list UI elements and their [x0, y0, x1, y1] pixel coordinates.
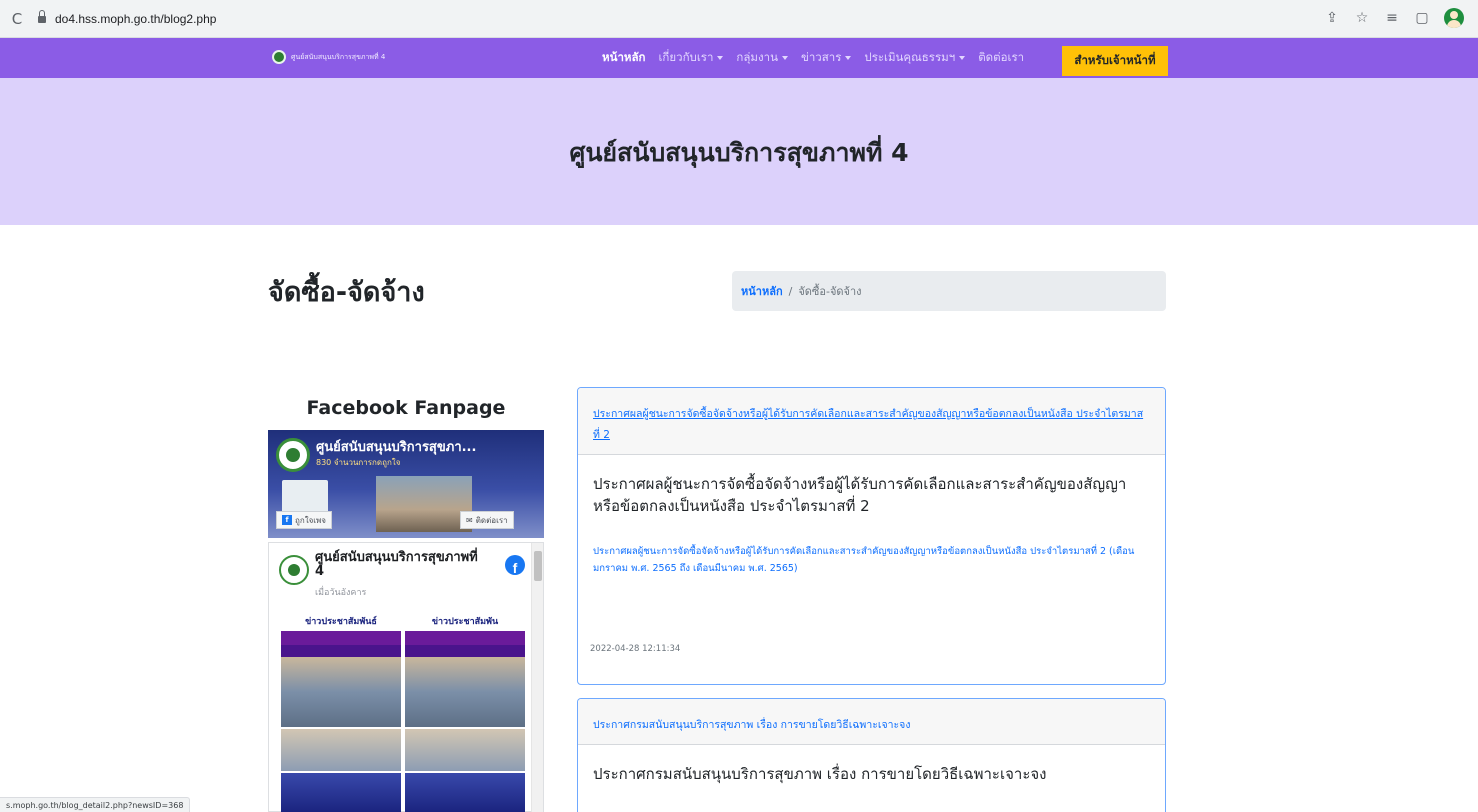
page-title: จัดซื้อ-จัดจ้าง — [268, 277, 425, 308]
breadcrumb-current: จัดซื้อ-จัดจ้าง — [798, 285, 862, 298]
nav-item-departments[interactable]: กลุ่มงาน — [736, 49, 788, 67]
card-body: ประกาศกรมสนับสนุนบริการสุขภาพ เรื่อง การ… — [578, 745, 1165, 785]
envelope-icon: ✉ — [466, 515, 473, 525]
nav-item-about[interactable]: เกี่ยวกับเรา — [659, 49, 724, 67]
bookmark-star-icon[interactable]: ☆ — [1354, 8, 1370, 28]
chevron-down-icon — [845, 56, 852, 60]
card-body: ประกาศผลผู้ชนะการจัดซื้อจัดจ้างหรือผู้ได… — [578, 455, 1165, 577]
page-avatar-icon[interactable] — [279, 555, 309, 585]
breadcrumb-home-link[interactable]: หน้าหลัก — [741, 282, 783, 300]
side-panel-icon[interactable]: ▢ — [1414, 8, 1430, 28]
post-title-link[interactable]: ประกาศผลผู้ชนะการจัดซื้อจัดจ้างหรือผู้ได… — [593, 408, 1143, 441]
post-title: ประกาศผลผู้ชนะการจัดซื้อจัดจ้างหรือผู้ได… — [593, 475, 1127, 515]
facebook-post-photo[interactable]: ข่าวประชาสัมพันธ์ — [281, 613, 401, 812]
facebook-like-count: 830 จำนวนการกดถูกใจ — [316, 458, 401, 467]
profile-avatar-icon[interactable] — [1444, 8, 1464, 28]
facebook-cover-title[interactable]: ศูนย์สนับสนุนบริการสุขภา... — [316, 436, 476, 457]
nav-item-ethics-assessment[interactable]: ประเมินคุณธรรมฯ — [864, 49, 966, 67]
post-date: 2022-04-28 12:11:34 — [590, 644, 681, 654]
navbar-brand[interactable]: ศูนย์สนับสนุนบริการสุขภาพที่ 4 — [272, 50, 385, 64]
facebook-post-header: ศูนย์สนับสนุนบริการสุขภาพที่ 4 เมื่อวันอ… — [279, 551, 529, 601]
post-title-link[interactable]: ประกาศกรมสนับสนุนบริการสุขภาพ เรื่อง การ… — [593, 719, 910, 731]
hero-title: ศูนย์สนับสนุนบริการสุขภาพที่ 4 — [569, 137, 909, 167]
facebook-contact-button[interactable]: ✉ ติดต่อเรา — [460, 511, 514, 529]
facebook-post-photo[interactable]: ข่าวประชาสัมพัน — [405, 613, 525, 812]
procurement-post-card: ประกาศผลผู้ชนะการจัดซื้อจัดจ้างหรือผู้ได… — [577, 387, 1166, 685]
card-header: ประกาศผลผู้ชนะการจัดซื้อจัดจ้างหรือผู้ได… — [578, 388, 1165, 455]
post-attachment-link[interactable]: ประกาศผลผู้ชนะการจัดซื้อจัดจ้างหรือผู้ได… — [593, 543, 1150, 577]
breadcrumb: หน้าหลัก / จัดซื้อ-จัดจ้าง — [732, 271, 1166, 311]
brand-text: ศูนย์สนับสนุนบริการสุขภาพที่ 4 — [291, 52, 386, 61]
chevron-down-icon — [781, 56, 788, 60]
photo-caption: ข่าวประชาสัมพัน — [405, 613, 525, 631]
hero-banner: ศูนย์สนับสนุนบริการสุขภาพที่ 4 — [0, 78, 1478, 225]
site-navbar: ศูนย์สนับสนุนบริการสุขภาพที่ 4 หน้าหลัก … — [0, 38, 1478, 78]
facebook-post-time[interactable]: เมื่อวันอังคาร — [315, 585, 366, 599]
scrollbar-thumb[interactable] — [534, 551, 542, 581]
photo-caption: ข่าวประชาสัมพันธ์ — [281, 613, 401, 631]
reload-icon[interactable]: C — [8, 10, 26, 28]
facebook-feed[interactable]: ศูนย์สนับสนุนบริการสุขภาพที่ 4 เมื่อวันอ… — [268, 542, 544, 812]
link-status-bar: s.moph.go.th/blog_detail2.php?newsID=368 — [0, 797, 191, 812]
facebook-page-name[interactable]: ศูนย์สนับสนุนบริการสุขภาพที่ 4 — [315, 551, 485, 579]
chevron-down-icon — [959, 56, 966, 60]
address-bar[interactable]: do4.hss.moph.go.th/blog2.php — [55, 12, 216, 26]
chevron-down-icon — [717, 56, 724, 60]
breadcrumb-separator: / — [788, 284, 793, 298]
facebook-page-widget: ศูนย์สนับสนุนบริการสุขภา... 830 จำนวนการ… — [268, 430, 544, 812]
facebook-feed-scrollbar[interactable] — [531, 543, 543, 812]
card-header: ประกาศกรมสนับสนุนบริการสุขภาพ เรื่อง การ… — [578, 699, 1165, 745]
page-logo-icon — [276, 438, 310, 472]
procurement-post-card: ประกาศกรมสนับสนุนบริการสุขภาพ เรื่อง การ… — [577, 698, 1166, 812]
facebook-cover[interactable]: ศูนย์สนับสนุนบริการสุขภา... 830 จำนวนการ… — [268, 430, 544, 538]
facebook-f-icon: f — [282, 515, 292, 525]
facebook-logo-icon: f — [505, 555, 525, 575]
facebook-like-page-button[interactable]: f ถูกใจเพจ — [276, 511, 332, 529]
browser-toolbar: C do4.hss.moph.go.th/blog2.php ⇪ ☆ ≡ ▢ — [0, 0, 1478, 38]
share-icon[interactable]: ⇪ — [1324, 8, 1340, 28]
nav-item-contact[interactable]: ติดต่อเรา — [978, 49, 1024, 67]
reading-list-icon[interactable]: ≡ — [1384, 8, 1400, 28]
post-title: ประกาศกรมสนับสนุนบริการสุขภาพ เรื่อง การ… — [593, 765, 1047, 783]
nav-menu: หน้าหลัก เกี่ยวกับเรา กลุ่มงาน ข่าวสาร ป… — [602, 38, 1037, 78]
facebook-fanpage-title: Facebook Fanpage — [306, 397, 506, 419]
cover-group-photo — [376, 476, 472, 532]
nav-item-news[interactable]: ข่าวสาร — [801, 49, 852, 67]
staff-button[interactable]: สำหรับเจ้าหน้าที่ — [1062, 46, 1168, 76]
lock-icon[interactable] — [38, 9, 46, 24]
nav-item-home[interactable]: หน้าหลัก — [602, 49, 646, 67]
brand-logo-icon — [272, 50, 286, 64]
